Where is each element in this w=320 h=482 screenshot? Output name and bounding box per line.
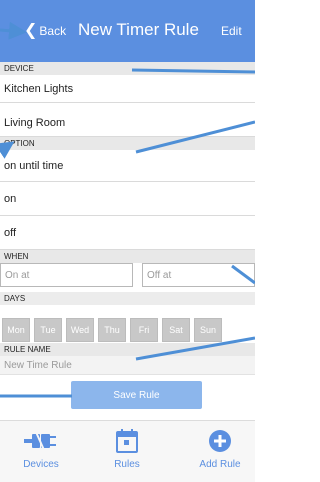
section-header-days: DAYS xyxy=(0,292,255,305)
plug-icon xyxy=(24,427,58,455)
off-at-placeholder: Off at xyxy=(147,269,172,281)
option-row-off[interactable]: off xyxy=(0,216,255,250)
day-button-fri[interactable]: Fri xyxy=(130,318,158,342)
edit-button[interactable]: Edit xyxy=(221,24,242,38)
section-header-when: WHEN xyxy=(0,250,255,263)
section-header-option: OPTION xyxy=(0,137,255,150)
tab-rules-label: Rules xyxy=(114,459,140,470)
day-button-sun[interactable]: Sun xyxy=(194,318,222,342)
day-button-mon[interactable]: Mon xyxy=(2,318,30,342)
day-button-thu[interactable]: Thu xyxy=(98,318,126,342)
device-row-kitchen-lights[interactable]: Kitchen Lights xyxy=(0,75,255,103)
back-label: Back xyxy=(39,24,67,38)
timer-rule-screen: ❮ Back New Timer Rule Edit DEVICE Kitche… xyxy=(0,0,255,482)
tab-devices[interactable]: Devices xyxy=(6,421,76,482)
option-row-on-until-time[interactable]: on until time xyxy=(0,150,255,182)
tab-devices-label: Devices xyxy=(23,459,59,470)
device-row-living-room[interactable]: Living Room xyxy=(0,110,255,137)
calendar-icon xyxy=(116,427,138,455)
rule-name-placeholder: New Time Rule xyxy=(4,359,72,371)
tab-add-rule[interactable]: Add Rule xyxy=(185,421,255,482)
plus-circle-icon xyxy=(208,427,232,455)
tab-rules[interactable]: Rules xyxy=(92,421,162,482)
on-at-placeholder: On at xyxy=(5,269,30,281)
nav-header: ❮ Back New Timer Rule Edit xyxy=(0,0,255,62)
day-button-sat[interactable]: Sat xyxy=(162,318,190,342)
back-button[interactable]: ❮ Back xyxy=(24,22,67,39)
day-button-tue[interactable]: Tue xyxy=(34,318,62,342)
chevron-left-icon: ❮ xyxy=(24,22,38,39)
option-row-on[interactable]: on xyxy=(0,182,255,216)
section-header-device: DEVICE xyxy=(0,62,255,75)
off-at-field[interactable]: Off at xyxy=(142,263,255,287)
tab-add-rule-label: Add Rule xyxy=(199,459,241,470)
tab-bar: Devices Rules Add Rule xyxy=(0,420,255,482)
page-title: New Timer Rule xyxy=(78,20,199,39)
on-at-field[interactable]: On at xyxy=(0,263,133,287)
rule-name-input[interactable]: New Time Rule xyxy=(0,356,255,375)
day-button-wed[interactable]: Wed xyxy=(66,318,94,342)
section-header-rule-name: RULE NAME xyxy=(0,343,255,356)
days-selector: Mon Tue Wed Thu Fri Sat Sun xyxy=(2,318,226,342)
save-rule-button[interactable]: Save Rule xyxy=(71,381,202,409)
